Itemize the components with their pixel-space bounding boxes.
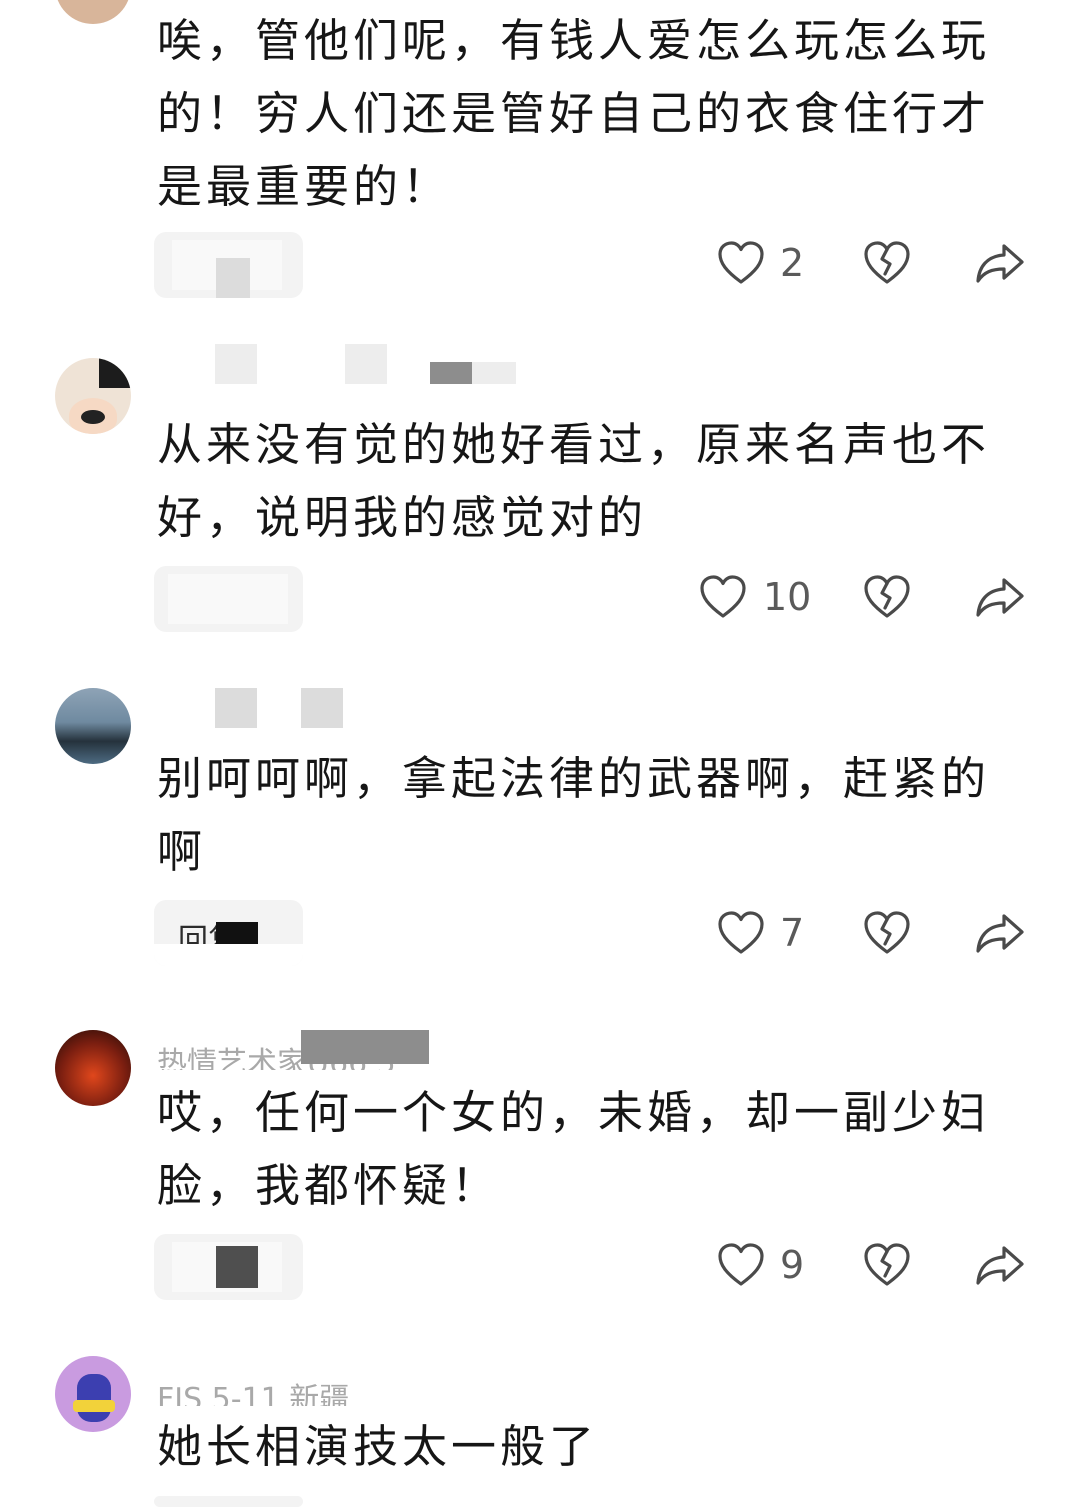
reply-button[interactable] <box>154 1234 303 1300</box>
reply-button[interactable] <box>154 1496 303 1507</box>
redaction-block <box>216 258 250 298</box>
avatar-character <box>77 1374 111 1422</box>
comment-actions: 10 <box>690 564 1040 634</box>
redaction-block <box>99 358 131 388</box>
broken-heart-icon[interactable] <box>862 1240 912 1290</box>
comment-meta: 热情艺术家U66 5 <box>157 1030 617 1070</box>
redaction-block <box>216 1246 258 1288</box>
avatar[interactable] <box>55 688 131 764</box>
comment-text: 从来没有觉的她好看过，原来名声也不好，说明我的感觉对的 <box>157 418 991 544</box>
heart-outline-icon[interactable] <box>716 1240 766 1290</box>
comment-actions: 7 <box>690 900 1040 970</box>
share-arrow-icon[interactable] <box>974 1240 1026 1290</box>
heart-outline-icon[interactable] <box>716 238 766 288</box>
broken-heart-icon[interactable] <box>862 908 912 958</box>
redaction-block <box>215 344 257 384</box>
broken-heart-icon[interactable] <box>862 238 912 288</box>
redaction-block <box>154 944 303 966</box>
comment-meta: FJS 5-11 新疆 <box>157 1366 617 1406</box>
reply-button[interactable] <box>154 232 303 298</box>
comment-text: 别呵呵啊，拿起法律的武器啊，赶紧的啊 <box>157 752 991 878</box>
broken-heart-icon[interactable] <box>862 572 912 622</box>
redaction-block <box>168 574 288 624</box>
share-arrow-icon[interactable] <box>974 238 1026 288</box>
redaction-block <box>216 922 258 944</box>
comment-meta <box>157 688 617 728</box>
redaction-block <box>301 688 343 728</box>
share-arrow-icon[interactable] <box>974 572 1026 622</box>
redaction-block <box>472 362 516 384</box>
avatar-character-band <box>73 1400 115 1412</box>
share-arrow-icon[interactable] <box>974 908 1026 958</box>
username: FJS 5-11 新疆 <box>157 1382 350 1406</box>
redaction-block <box>215 688 257 728</box>
avatar[interactable] <box>55 0 131 24</box>
redaction-block <box>430 362 472 384</box>
redaction-block <box>345 344 387 384</box>
like-count: 9 <box>780 1243 805 1287</box>
avatar[interactable] <box>55 1356 131 1432</box>
avatar-ear <box>81 410 105 424</box>
heart-outline-icon[interactable] <box>716 908 766 958</box>
avatar[interactable] <box>55 1030 131 1106</box>
comment-text: 唉，管他们呢，有钱人爱怎么玩怎么玩的！穷人们还是管好自己的衣食住行才是最重要的！ <box>157 14 991 213</box>
comment-actions: 9 <box>690 1232 1040 1302</box>
like-count: 10 <box>763 575 812 619</box>
avatar[interactable] <box>55 358 131 434</box>
reply-button[interactable] <box>154 566 303 632</box>
comment-actions: 2 <box>690 230 1040 300</box>
redaction-block <box>301 1030 429 1064</box>
reply-button[interactable]: 回复 › <box>154 900 303 966</box>
comment-text: 哎，任何一个女的，未婚，却一副少妇脸，我都怀疑！ <box>157 1086 991 1212</box>
like-count: 2 <box>780 241 805 285</box>
heart-outline-icon[interactable] <box>698 572 748 622</box>
comment-text: 她长相演技太一般了 <box>157 1420 599 1473</box>
like-count: 7 <box>780 911 805 955</box>
comment-meta <box>157 344 617 384</box>
